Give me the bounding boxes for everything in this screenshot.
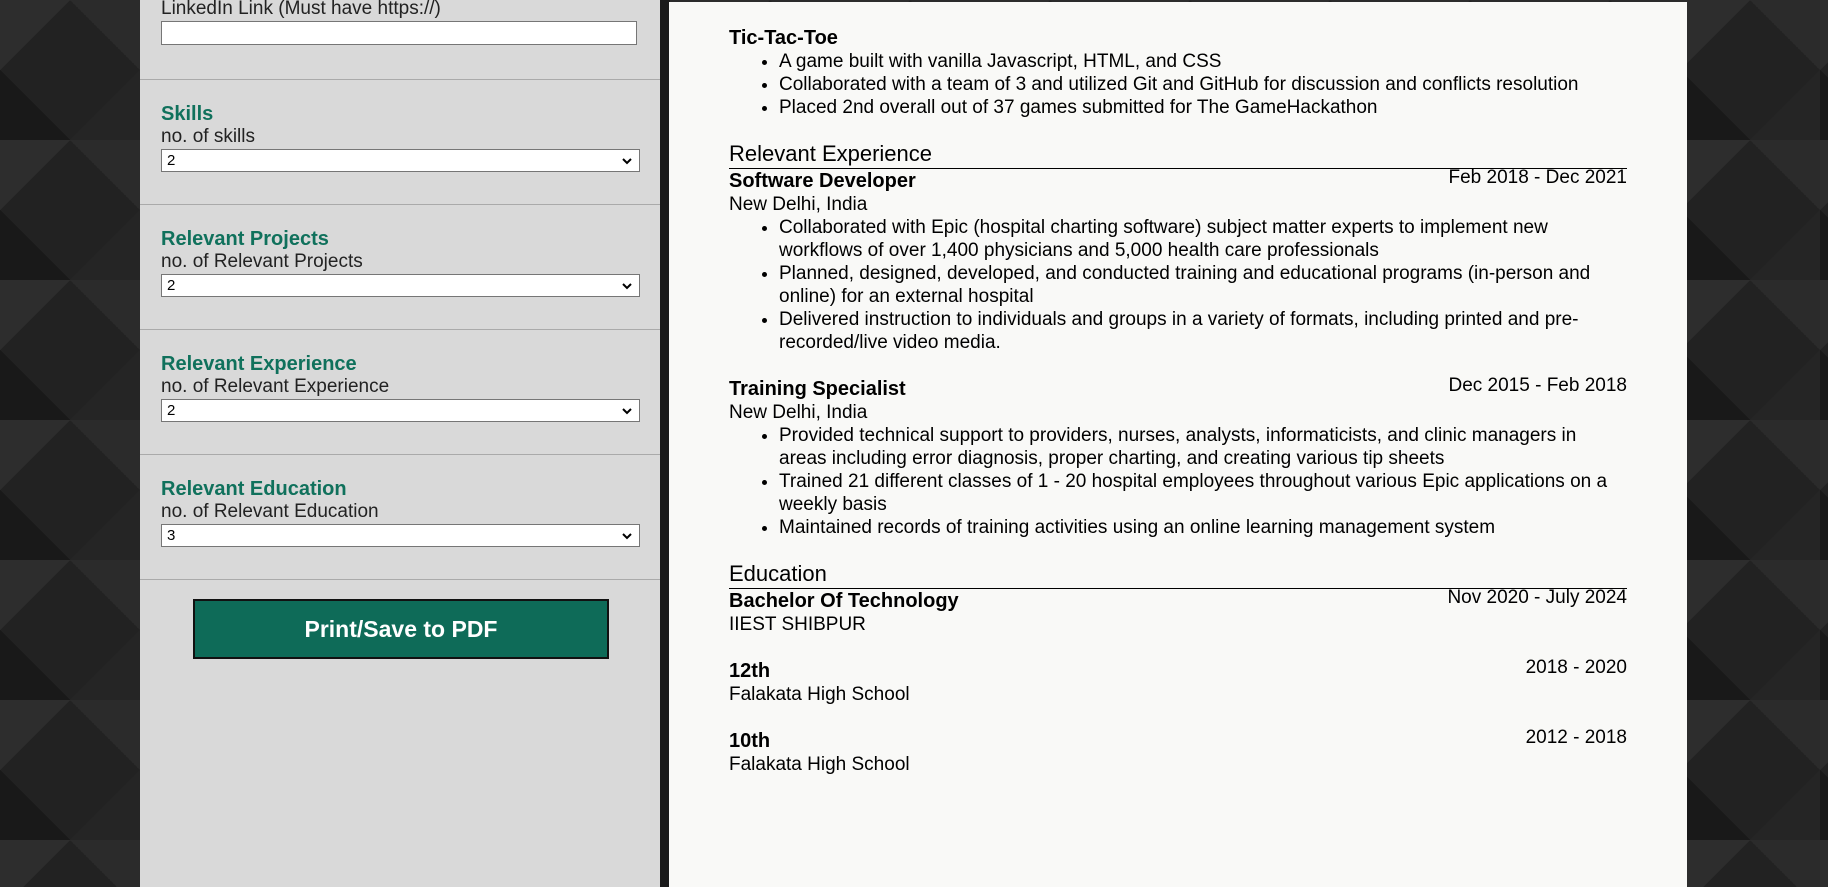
- experience-title: Relevant Experience: [161, 353, 357, 375]
- skills-section: Skills no. of skills 2: [161, 102, 641, 172]
- job-date: Feb 2018 - Dec 2021: [1448, 167, 1627, 188]
- select-value: 2: [167, 152, 176, 169]
- list-item: Planned, designed, developed, and conduc…: [779, 262, 1627, 308]
- degree-date: 2012 - 2018: [1525, 727, 1627, 748]
- education-count-label: no. of Relevant Education: [161, 501, 379, 522]
- divider: [140, 329, 660, 330]
- experience-section: Relevant Experience no. of Relevant Expe…: [161, 352, 641, 422]
- education-entry: 12th 2018 - 2020 Falakata High School: [729, 657, 1627, 706]
- experience-count-select[interactable]: 2: [161, 399, 640, 422]
- job-date: Dec 2015 - Feb 2018: [1448, 375, 1627, 396]
- divider: [140, 579, 660, 580]
- resume-content: Tic-Tac-Toe A game built with vanilla Ja…: [729, 26, 1627, 776]
- education-section: Relevant Education no. of Relevant Educa…: [161, 477, 641, 547]
- chevron-down-icon: [622, 533, 632, 540]
- degree-date: Nov 2020 - July 2024: [1447, 587, 1627, 608]
- projects-count-label: no. of Relevant Projects: [161, 251, 363, 272]
- chevron-down-icon: [622, 408, 632, 415]
- list-item: Maintained records of training activitie…: [779, 516, 1627, 539]
- linkedin-label: LinkedIn Link (Must have https://): [161, 0, 441, 19]
- education-count-select[interactable]: 3: [161, 524, 640, 547]
- list-item: Collaborated with Epic (hospital chartin…: [779, 216, 1627, 262]
- education-heading: Education: [729, 561, 1627, 589]
- print-save-pdf-button[interactable]: Print/Save to PDF: [193, 599, 609, 659]
- job-bullets: Collaborated with Epic (hospital chartin…: [729, 216, 1627, 354]
- skills-count-select[interactable]: 2: [161, 149, 640, 172]
- skills-count-label: no. of skills: [161, 126, 255, 147]
- linkedin-field: LinkedIn Link (Must have https://): [161, 0, 641, 45]
- divider: [140, 79, 660, 80]
- job-location: New Delhi, India: [729, 402, 868, 423]
- school-name: Falakata High School: [729, 684, 910, 705]
- education-title: Relevant Education: [161, 478, 347, 500]
- job-bullets: Provided technical support to providers,…: [729, 424, 1627, 539]
- education-entry: 10th 2012 - 2018 Falakata High School: [729, 727, 1627, 776]
- projects-title: Relevant Projects: [161, 228, 329, 250]
- select-value: 2: [167, 402, 176, 419]
- degree-date: 2018 - 2020: [1525, 657, 1627, 678]
- project-bullets: A game built with vanilla Javascript, HT…: [729, 50, 1627, 119]
- education-entry: Bachelor Of Technology Nov 2020 - July 2…: [729, 587, 1627, 636]
- divider: [140, 454, 660, 455]
- chevron-down-icon: [622, 158, 632, 165]
- form-panel: LinkedIn Link (Must have https://) Skill…: [140, 0, 670, 887]
- select-value: 3: [167, 527, 176, 544]
- projects-count-select[interactable]: 2: [161, 274, 640, 297]
- experience-count-label: no. of Relevant Experience: [161, 376, 390, 397]
- linkedin-input[interactable]: [161, 21, 637, 45]
- school-name: IIEST SHIBPUR: [729, 614, 866, 635]
- list-item: Delivered instruction to individuals and…: [779, 308, 1627, 354]
- experience-entry: Training Specialist Dec 2015 - Feb 2018 …: [729, 375, 1627, 539]
- chevron-down-icon: [622, 283, 632, 290]
- job-location: New Delhi, India: [729, 194, 868, 215]
- degree-title: 12th: [729, 660, 771, 682]
- select-value: 2: [167, 277, 176, 294]
- list-item: Placed 2nd overall out of 37 games submi…: [779, 96, 1627, 119]
- list-item: Collaborated with a team of 3 and utiliz…: [779, 73, 1627, 96]
- experience-heading: Relevant Experience: [729, 141, 1627, 169]
- project-title: Tic-Tac-Toe: [729, 27, 838, 49]
- list-item: Trained 21 different classes of 1 - 20 h…: [779, 470, 1627, 516]
- skills-title: Skills: [161, 103, 214, 125]
- resume-preview: Tic-Tac-Toe A game built with vanilla Ja…: [669, 2, 1687, 887]
- list-item: Provided technical support to providers,…: [779, 424, 1627, 470]
- list-item: A game built with vanilla Javascript, HT…: [779, 50, 1627, 73]
- divider: [140, 204, 660, 205]
- experience-entry: Software Developer Feb 2018 - Dec 2021 N…: [729, 167, 1627, 354]
- degree-title: 10th: [729, 730, 771, 752]
- school-name: Falakata High School: [729, 754, 910, 775]
- projects-section: Relevant Projects no. of Relevant Projec…: [161, 227, 641, 297]
